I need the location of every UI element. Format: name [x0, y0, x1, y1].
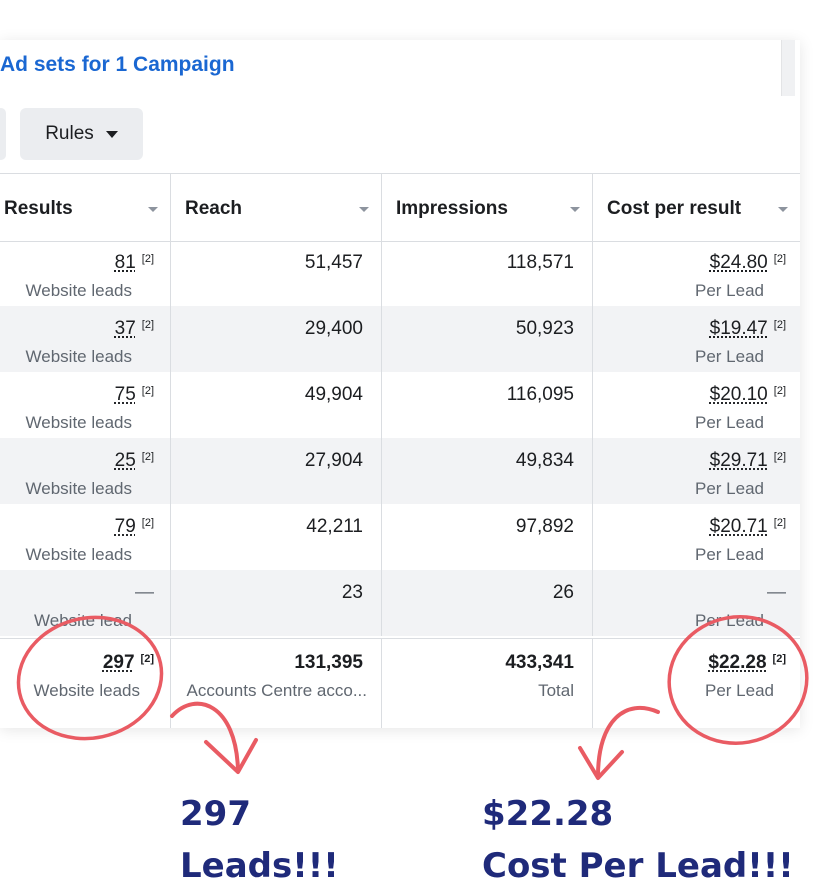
footnote-marker: [2] — [772, 653, 786, 665]
toolbar-button-partial[interactable] — [0, 108, 6, 160]
total-results-value[interactable]: 297 — [103, 652, 135, 673]
reach-value: 27,904 — [304, 450, 363, 471]
annotation-cost: $22.28 Cost Per Lead!!! — [482, 788, 794, 892]
impressions-value: 97,892 — [515, 516, 574, 537]
column-header-reach[interactable]: Reach — [170, 174, 381, 241]
column-header-cost-per-result[interactable]: Cost per result — [592, 174, 800, 241]
impressions-value: 116,095 — [506, 384, 574, 405]
table-header: Results Reach Impressions Cost per resul… — [0, 173, 800, 242]
table-row[interactable]: 79 [2] Website leads 42,211 97,892 $20.71 [2] P… — [0, 504, 800, 570]
footnote-marker: [2] — [141, 517, 154, 529]
results-label: Website leads — [25, 545, 132, 564]
total-reach-label: Accounts Centre acco... — [186, 681, 367, 700]
annotation-arrowhead-cost — [578, 746, 624, 780]
total-cost-label: Per Lead — [705, 681, 774, 700]
cost-value[interactable]: $20.10 — [710, 384, 768, 405]
results-label: Website lead — [34, 611, 132, 630]
footnote-marker: [2] — [140, 653, 154, 665]
sort-caret-icon[interactable] — [778, 207, 788, 212]
cost-value[interactable]: $29.71 — [710, 450, 768, 471]
footnote-marker: [2] — [773, 451, 786, 463]
annotation-leads-label: Leads!!! — [180, 846, 339, 886]
footnote-marker: [2] — [773, 517, 786, 529]
results-label: Website leads — [25, 281, 132, 300]
total-results-label: Website leads — [33, 681, 140, 700]
cost-label: Per Lead — [695, 413, 764, 432]
results-value[interactable]: 37 — [115, 318, 136, 339]
total-reach-value: 131,395 — [294, 652, 363, 673]
total-impressions-label: Total — [538, 681, 574, 700]
cost-label: Per Lead — [695, 611, 764, 630]
table-row[interactable]: 81 [2] Website leads 51,457 118,571 $24.80 [2]… — [0, 240, 800, 306]
totals-row: 297 [2] Website leads 131,395 Accounts Ce… — [0, 638, 800, 728]
table-row[interactable]: 75 [2] Website leads 49,904 116,095 $20.10 [2]… — [0, 372, 800, 438]
total-cost-value[interactable]: $22.28 — [708, 652, 766, 673]
footnote-marker: [2] — [141, 385, 154, 397]
results-label: Website leads — [25, 479, 132, 498]
sort-caret-icon[interactable] — [148, 207, 158, 212]
page-title: Ad sets for 1 Campaign — [0, 53, 235, 76]
reach-value: 42,211 — [306, 516, 363, 537]
footnote-marker: [2] — [141, 319, 154, 331]
footnote-marker: [2] — [773, 319, 786, 331]
impressions-value: 118,571 — [506, 252, 574, 273]
footnote-marker: [2] — [773, 253, 786, 265]
impressions-value: 49,834 — [515, 450, 574, 471]
table-row[interactable]: 25 [2] Website leads 27,904 49,834 $29.71 [2] P… — [0, 438, 800, 504]
column-header-results[interactable]: Results — [0, 174, 170, 241]
results-value[interactable]: 81 — [115, 252, 136, 273]
cost-value[interactable]: $24.80 — [710, 252, 768, 273]
reach-value: 49,904 — [304, 384, 363, 405]
rules-button-label: Rules — [45, 123, 94, 144]
annotation-leads: 297 Leads!!! — [180, 788, 339, 892]
impressions-value: 50,923 — [515, 318, 574, 339]
cost-label: Per Lead — [695, 347, 764, 366]
adjacent-panel-edge — [781, 40, 795, 96]
table-row[interactable]: 37 [2] Website leads 29,400 50,923 $19.47 [2] P… — [0, 306, 800, 372]
reach-value: 51,457 — [304, 252, 363, 273]
results-label: Website leads — [25, 413, 132, 432]
table-row[interactable]: — Website lead 23 26— Per Lead — [0, 570, 800, 636]
reach-value: 29,400 — [304, 318, 363, 339]
impressions-value: 26 — [552, 582, 574, 603]
cost-label: Per Lead — [695, 479, 764, 498]
cost-value[interactable]: $19.47 — [710, 318, 768, 339]
annotation-cost-label: Cost Per Lead!!! — [482, 846, 794, 886]
footnote-marker: [2] — [141, 451, 154, 463]
annotation-arrowhead-results — [204, 738, 258, 774]
chevron-down-icon — [105, 130, 118, 138]
total-impressions-value: 433,341 — [505, 652, 574, 673]
results-label: Website leads — [25, 347, 132, 366]
results-value[interactable]: 75 — [115, 384, 136, 405]
annotation-leads-count: 297 — [180, 794, 251, 834]
sort-caret-icon[interactable] — [359, 207, 369, 212]
footnote-marker: [2] — [773, 385, 786, 397]
ad-sets-panel: Ad sets for 1 Campaign Rules Results Rea… — [0, 40, 800, 728]
footnote-marker: [2] — [141, 253, 154, 265]
cost-label: Per Lead — [695, 281, 764, 300]
cost-value: — — [767, 582, 786, 603]
results-value: — — [135, 582, 154, 603]
annotation-cost-value: $22.28 — [482, 794, 614, 834]
sort-caret-icon[interactable] — [570, 207, 580, 212]
cost-label: Per Lead — [695, 545, 764, 564]
rules-button[interactable]: Rules — [20, 108, 143, 160]
reach-value: 23 — [341, 582, 363, 603]
cost-value[interactable]: $20.71 — [710, 516, 768, 537]
column-header-impressions[interactable]: Impressions — [381, 174, 592, 241]
results-value[interactable]: 79 — [115, 516, 136, 537]
results-value[interactable]: 25 — [115, 450, 136, 471]
